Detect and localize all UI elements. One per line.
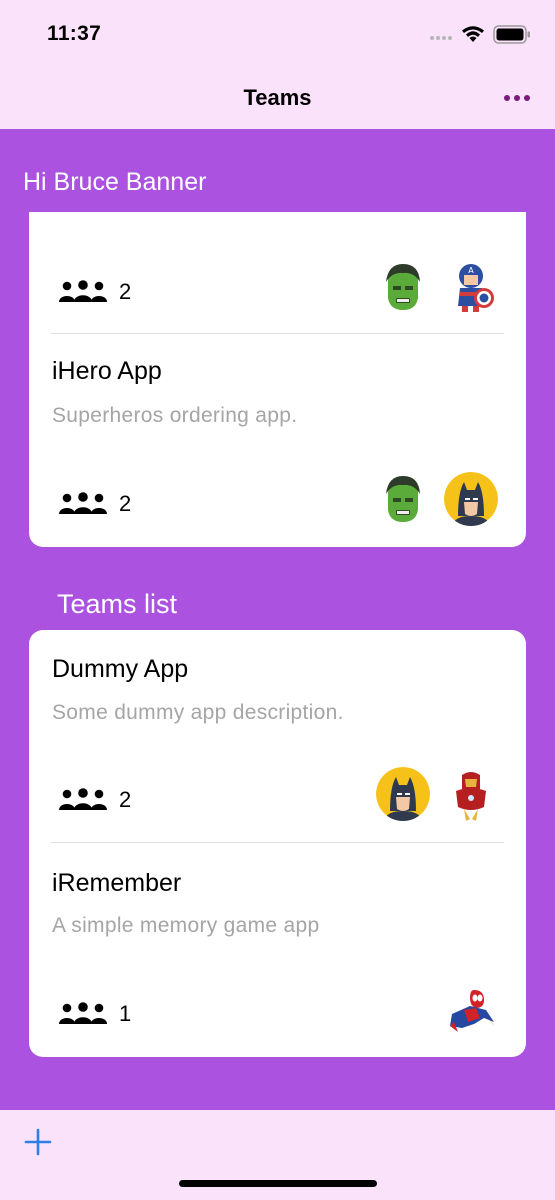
home-indicator	[179, 1180, 377, 1187]
section-title: Teams list	[57, 589, 178, 619]
batman-avatar	[376, 767, 430, 821]
member-avatars	[376, 472, 498, 526]
hulk-avatar	[376, 472, 430, 526]
team-description: A simple memory game app	[52, 914, 320, 937]
page-title: Teams	[243, 85, 312, 110]
wifi-icon	[462, 26, 484, 42]
team-name: Dummy App	[52, 655, 189, 683]
team-name: iRemember	[52, 869, 182, 897]
member-count: 2	[59, 787, 131, 813]
people-icon	[59, 280, 107, 302]
hulk-avatar	[376, 260, 430, 314]
people-icon	[59, 492, 107, 514]
plus-icon[interactable]	[24, 1128, 52, 1156]
list-item[interactable]: iRemember A simple memory game app 1	[29, 843, 526, 1057]
team-name: iHero App	[52, 357, 162, 385]
member-avatars	[444, 984, 498, 1038]
iron-man-avatar	[444, 767, 498, 821]
captain-america-avatar	[444, 260, 498, 314]
battery-icon	[493, 25, 530, 44]
list-item[interactable]: 2	[29, 212, 526, 333]
team-description: Some dummy app description.	[52, 701, 344, 724]
status-time: 11:37	[47, 22, 102, 45]
spider-man-avatar	[444, 984, 498, 1038]
team-description: Superheros ordering app.	[52, 404, 298, 427]
cellular-signal-icon	[430, 36, 456, 42]
teams-list-card: Dummy App Some dummy app description. 2 …	[29, 630, 526, 1057]
member-avatars	[376, 260, 498, 314]
list-item[interactable]: iHero App Superheros ordering app. 2	[29, 334, 526, 547]
member-count: 2	[59, 279, 131, 305]
member-count: 2	[59, 491, 131, 517]
people-icon	[59, 788, 107, 810]
member-count: 1	[59, 1001, 131, 1027]
batman-avatar	[444, 472, 498, 526]
member-avatars	[376, 767, 498, 821]
my-teams-card: 2 iHero App Superheros ordering app. 2	[29, 212, 526, 547]
people-icon	[59, 1002, 107, 1024]
greeting-label: Hi Bruce Banner	[23, 168, 207, 196]
more-options-button[interactable]	[498, 88, 536, 108]
list-item[interactable]: Dummy App Some dummy app description. 2	[29, 630, 526, 842]
